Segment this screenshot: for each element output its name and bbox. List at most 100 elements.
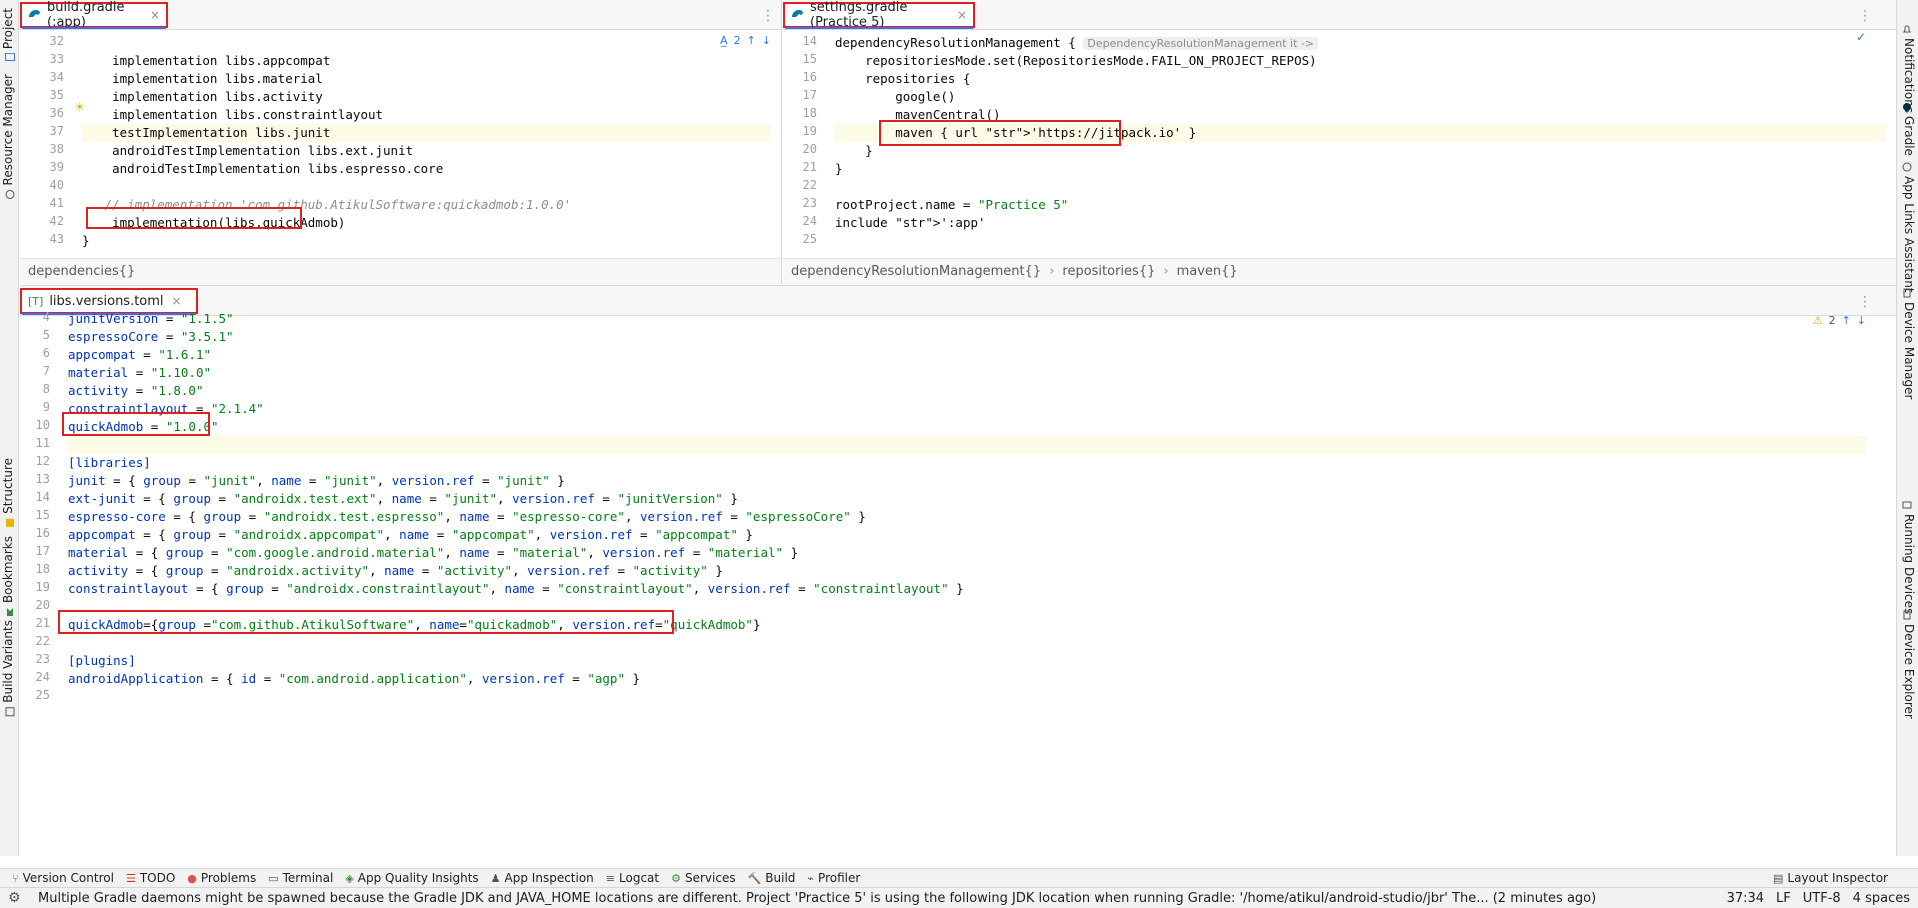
code-line[interactable] xyxy=(68,598,1866,616)
code-line[interactable]: repositories { xyxy=(835,70,1886,88)
code-line[interactable]: maven { url "str">'https://jitpack.io' } xyxy=(835,124,1886,142)
breadcrumb-item[interactable]: maven{} xyxy=(1177,264,1238,279)
code-line[interactable]: implementation libs.material xyxy=(82,70,771,88)
code-line[interactable]: mavenCentral() xyxy=(835,106,1886,124)
line-number: 6 xyxy=(42,346,50,360)
tab-settings-gradle[interactable]: settings.gradle (Practice 5) × xyxy=(783,0,975,30)
code-line[interactable] xyxy=(68,634,1866,652)
bookmarks-tool-tab[interactable]: Bookmarks xyxy=(1,536,15,617)
structure-tool-tab[interactable]: Structure xyxy=(1,458,15,528)
build-variants-icon xyxy=(3,707,15,717)
code-line[interactable]: } xyxy=(82,232,771,250)
line-number: 19 xyxy=(35,580,50,594)
code-line[interactable]: junit = { group = "junit", name = "junit… xyxy=(68,472,1866,490)
code-line[interactable]: androidTestImplementation libs.ext.junit xyxy=(82,142,771,160)
code-line[interactable] xyxy=(835,232,1886,250)
code-line[interactable]: appcompat = "1.6.1" xyxy=(68,346,1866,364)
breadcrumb-item[interactable]: dependencyResolutionManagement{} xyxy=(791,264,1041,279)
code-line[interactable] xyxy=(68,688,1866,706)
code-line[interactable]: implementation(libs.quickAdmob) xyxy=(82,214,771,232)
code-line[interactable] xyxy=(68,436,1866,454)
gradle-tool-tab[interactable]: Gradle xyxy=(1902,102,1916,156)
code-line[interactable]: repositoriesMode.set(RepositoriesMode.FA… xyxy=(835,52,1886,70)
code-line[interactable]: // implementation 'com.github.AtikulSoft… xyxy=(82,196,771,214)
code-line[interactable]: androidApplication = { id = "com.android… xyxy=(68,670,1866,688)
code-line[interactable]: } xyxy=(835,142,1886,160)
code-line[interactable]: implementation libs.constraintlayout xyxy=(82,106,771,124)
code-line[interactable]: quickAdmob={group ="com.github.AtikulSof… xyxy=(68,616,1866,634)
code-line[interactable]: junitVersion = "1.1.5" xyxy=(68,310,1866,328)
tool-profiler[interactable]: ⌁ Profiler xyxy=(807,871,860,885)
toml-code[interactable]: junitVersion = "1.1.5" espressoCore = "3.… xyxy=(68,310,1866,867)
app-links-tool-tab[interactable]: App Links Assistant xyxy=(1902,162,1916,293)
notifications-tool-tab[interactable]: Notifications xyxy=(1902,24,1916,113)
tool-todo[interactable]: ☰ TODO xyxy=(126,871,175,885)
settings-icon[interactable]: ⚙ xyxy=(8,890,21,906)
code-line[interactable]: google() xyxy=(835,88,1886,106)
tool-version-control[interactable]: ⑂ Version Control xyxy=(12,871,114,885)
line-number: 14 xyxy=(35,490,50,504)
tool-terminal[interactable]: ▭ Terminal xyxy=(268,871,333,885)
caret-position[interactable]: 37:34 xyxy=(1727,891,1764,906)
code-line[interactable]: quickAdmob = "1.0.0" xyxy=(68,418,1866,436)
breadcrumb-item[interactable]: repositories{} xyxy=(1062,264,1155,279)
code-line[interactable]: rootProject.name = "Practice 5" xyxy=(835,196,1886,214)
more-icon[interactable]: ⋮ xyxy=(1858,8,1872,24)
code-line[interactable]: [libraries] xyxy=(68,454,1866,472)
code-line[interactable]: espressoCore = "3.5.1" xyxy=(68,328,1866,346)
code-line[interactable]: [plugins] xyxy=(68,652,1866,670)
build-gradle-code[interactable]: implementation libs.appcompat implementa… xyxy=(82,34,771,258)
device-manager-tool-tab[interactable]: Device Manager xyxy=(1902,288,1916,399)
code-line[interactable]: activity = "1.8.0" xyxy=(68,382,1866,400)
tool-layout-inspector[interactable]: ▤ Layout Inspector xyxy=(1773,871,1888,885)
line-number: 38 xyxy=(49,142,64,156)
file-encoding[interactable]: UTF-8 xyxy=(1803,891,1841,906)
code-line[interactable]: dependencyResolutionManagement { Depende… xyxy=(835,34,1886,52)
code-line[interactable] xyxy=(835,178,1886,196)
code-line[interactable]: implementation libs.activity xyxy=(82,88,771,106)
code-line[interactable]: activity = { group = "androidx.activity"… xyxy=(68,562,1866,580)
tab-build-gradle[interactable]: build.gradle (:app) × xyxy=(20,0,168,30)
code-line[interactable]: espresso-core = { group = "androidx.test… xyxy=(68,508,1866,526)
indent-setting[interactable]: 4 spaces xyxy=(1853,891,1910,906)
code-line[interactable]: implementation libs.appcompat xyxy=(82,52,771,70)
more-icon[interactable]: ⋮ xyxy=(761,8,775,24)
line-number: 20 xyxy=(802,142,817,156)
code-line[interactable]: material = { group = "com.google.android… xyxy=(68,544,1866,562)
settings-gradle-code[interactable]: dependencyResolutionManagement { Depende… xyxy=(835,34,1886,258)
running-devices-tool-tab[interactable]: Running Devices xyxy=(1902,500,1916,614)
close-icon[interactable]: × xyxy=(172,294,182,308)
device-explorer-tool-tab[interactable]: Device Explorer xyxy=(1902,610,1916,719)
tool-services[interactable]: ⚙ Services xyxy=(671,871,735,885)
line-number: 24 xyxy=(802,214,817,228)
code-line[interactable]: androidTestImplementation libs.espresso.… xyxy=(82,160,771,178)
tool-logcat[interactable]: ≡ Logcat xyxy=(606,871,659,885)
code-line[interactable]: ext-junit = { group = "androidx.test.ext… xyxy=(68,490,1866,508)
code-line[interactable] xyxy=(82,34,771,52)
line-number: 32 xyxy=(49,34,64,48)
code-line[interactable]: constraintlayout = "2.1.4" xyxy=(68,400,1866,418)
line-separator[interactable]: LF xyxy=(1776,891,1791,906)
code-line[interactable]: testImplementation libs.junit xyxy=(82,124,771,142)
status-message[interactable]: Multiple Gradle daemons might be spawned… xyxy=(38,891,1638,906)
close-icon[interactable]: × xyxy=(957,8,967,22)
code-line[interactable]: include "str">':app' xyxy=(835,214,1886,232)
line-number: 43 xyxy=(49,232,64,246)
tool-problems[interactable]: ● Problems xyxy=(187,871,256,885)
project-tool-tab[interactable]: Project xyxy=(1,8,15,63)
build-variants-tool-tab[interactable]: Build Variants xyxy=(1,620,15,717)
resource-manager-tool-tab[interactable]: Resource Manager xyxy=(1,74,15,199)
code-line[interactable]: appcompat = { group = "androidx.appcompa… xyxy=(68,526,1866,544)
code-line[interactable]: } xyxy=(835,160,1886,178)
tool-app-inspection[interactable]: ♟ App Inspection xyxy=(491,871,594,885)
close-icon[interactable]: × xyxy=(150,8,160,22)
code-line[interactable]: material = "1.10.0" xyxy=(68,364,1866,382)
code-line[interactable] xyxy=(82,178,771,196)
line-number: 20 xyxy=(35,598,50,612)
more-icon[interactable]: ⋮ xyxy=(1858,294,1872,310)
tool-app-quality-insights[interactable]: ◈ App Quality Insights xyxy=(345,871,478,885)
breadcrumb: dependencies{} xyxy=(20,258,781,284)
tool-build[interactable]: 🔨 Build xyxy=(748,871,796,885)
code-line[interactable]: constraintlayout = { group = "androidx.c… xyxy=(68,580,1866,598)
breadcrumb-item[interactable]: dependencies{} xyxy=(28,264,135,279)
